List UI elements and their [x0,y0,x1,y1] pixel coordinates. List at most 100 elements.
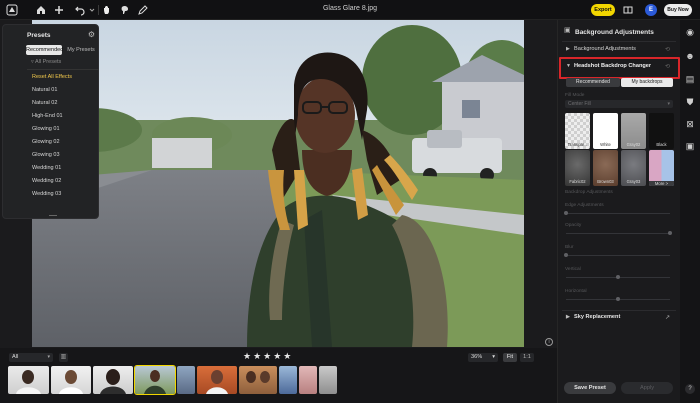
undo-icon[interactable] [74,4,86,16]
delete-icon[interactable]: ▥ [59,353,68,362]
reset-icon[interactable]: ⟲ [665,63,673,71]
backdrop-adjustments-label: Backdrop Adjustments [565,190,613,195]
home-icon[interactable] [35,4,47,16]
slider-knob[interactable] [668,231,672,235]
slider-knob[interactable] [564,211,568,215]
preset-item[interactable]: Wedding 03 [32,191,61,197]
filmstrip-thumbnail[interactable] [93,366,133,394]
filmstrip-thumbnail[interactable] [197,366,237,394]
edge-adjustments-slider[interactable] [566,213,670,214]
crop-icon[interactable]: ⊠ [684,118,696,130]
face-icon[interactable]: ☻ [684,50,696,62]
backdrop-swatch-gray02[interactable]: Gray02 [621,113,646,149]
eye-icon[interactable]: ◉ [684,26,696,38]
preset-item[interactable]: Wedding 02 [32,178,61,184]
filmstrip-bar: All ▾ ▥ ★★★★★ 36% ▾ Fit 1:1 [0,348,557,403]
help-icon[interactable]: ? [685,384,695,394]
chevron-down-icon[interactable] [86,4,98,16]
filmstrip-thumbnail[interactable] [299,366,317,394]
swatch-label: Gray02 [626,142,641,147]
backdrop-swatch-white[interactable]: White [593,113,618,149]
filter-value: All [12,354,19,360]
backdrop-swatch-more[interactable]: More > [649,150,674,186]
chevron-down-icon: ▾ [667,101,670,107]
swatch-label: Transpar... [567,142,588,147]
filmstrip-thumbnail[interactable] [239,366,277,394]
filter-select[interactable]: All ▾ [9,353,53,362]
section-sky-replacement[interactable]: ▶ Sky Replacement [566,314,620,320]
one-to-one-button[interactable]: 1:1 [520,353,534,362]
app-logo-icon[interactable] [6,4,18,16]
paint-icon[interactable] [119,4,131,16]
fit-button[interactable]: Fit [503,353,517,362]
tab-my-presets[interactable]: My Presets [64,45,98,55]
preset-item[interactable]: Natural 01 [32,87,57,93]
adjustments-panel: ▣ Background Adjustments ▶ Background Ad… [557,20,680,403]
save-preset-button[interactable]: Save Preset [564,382,616,394]
preset-item[interactable]: High-End 01 [32,113,63,119]
split-view-icon[interactable] [622,4,634,16]
blur-slider[interactable] [566,255,670,256]
section-headshot-backdrop-changer[interactable]: ▼ Headshot Backdrop Changer [566,63,651,69]
zoom-select[interactable]: 36% ▾ [468,353,498,362]
background-icon[interactable]: ▤ [684,73,696,85]
tab-my-backdrops[interactable]: My backdrops [621,78,673,87]
main-photo-canvas[interactable] [32,20,524,347]
section-background-adjustments[interactable]: ▶ Background Adjustments [566,46,636,52]
backdrop-swatch-brown03[interactable]: Brown03 [593,150,618,186]
filmstrip-thumbnail[interactable] [8,366,49,394]
camera-icon[interactable]: ▣ [684,140,696,152]
preset-item[interactable]: Glowing 03 [32,152,60,158]
preset-item-reset-all-effects[interactable]: Reset All Effects [32,74,72,80]
reset-icon[interactable]: ⟲ [665,46,673,54]
backdrop-swatch-gray03[interactable]: Gray03 [621,150,646,186]
preset-item[interactable]: Glowing 02 [32,139,60,145]
pencil-icon[interactable] [137,4,149,16]
chevron-right-icon: ▶ [566,46,570,52]
preset-item[interactable]: Wedding 01 [32,165,61,171]
backdrop-swatch-fabric02[interactable]: Fabric02 [565,150,590,186]
section-label: Sky Replacement [574,314,621,320]
tab-recommended-backdrops[interactable]: Recommended [566,78,620,87]
filmstrip-thumbnail[interactable] [319,366,337,394]
chevron-down-icon: ▾ [47,354,50,360]
swatch-label: White [600,142,611,147]
chevron-down-icon: ▾ [492,354,495,360]
opacity-slider[interactable] [566,233,670,234]
filmstrip-thumbnail[interactable] [279,366,297,394]
preset-item[interactable]: Glowing 01 [32,126,60,132]
panel-divider [562,310,676,311]
presets-title: Presets [27,32,51,39]
all-presets-filter[interactable]: ▿ All Presets [31,59,61,65]
avatar[interactable]: E [645,4,657,16]
layers-icon: ▣ [564,27,571,34]
slider-knob[interactable] [564,253,568,257]
filmstrip-thumbnail[interactable] [177,366,195,394]
plus-icon[interactable] [53,4,65,16]
rating-stars[interactable]: ★★★★★ [243,351,293,362]
tab-recommended-presets[interactable]: Recommended [26,45,63,55]
presets-settings-icon[interactable]: ⚙ [87,30,96,39]
backdrop-swatch-transparent[interactable]: Transpar... [565,113,590,149]
panel-resize-handle[interactable] [49,215,57,216]
backdrop-swatch-black[interactable]: Black [649,113,674,149]
shirt-icon[interactable]: ⛊ [684,96,696,108]
fill-mode-select[interactable]: Center Fill ▾ [565,100,673,108]
filmstrip-thumbnail[interactable] [51,366,91,394]
zoom-value: 36% [471,354,483,360]
buy-now-button[interactable]: Buy Now [664,4,692,16]
swatch-label: Fabric02 [569,179,586,184]
panel-title: Background Adjustments [575,29,654,36]
preset-item[interactable]: Natural 02 [32,100,57,106]
presets-panel: Presets ⚙ Recommended My Presets ▿ All P… [2,24,99,219]
info-icon[interactable]: i [545,338,553,346]
apply-button[interactable]: Apply [621,382,673,394]
filmstrip-thumbnail-selected[interactable] [134,365,176,395]
export-button[interactable]: Export [591,4,615,16]
swatch-label: Gray03 [626,179,641,184]
hand-icon[interactable] [101,4,113,16]
slider-knob[interactable] [616,297,620,301]
slider-knob[interactable] [616,275,620,279]
external-link-icon[interactable]: ↗ [665,314,673,322]
swatch-label: Black [656,142,667,147]
